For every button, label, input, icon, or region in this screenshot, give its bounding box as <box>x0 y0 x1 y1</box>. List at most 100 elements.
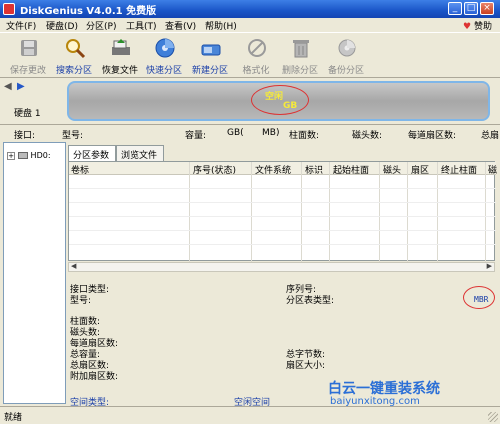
col-index-status[interactable]: 序号(状态) <box>193 163 236 176</box>
delete-partition-button[interactable]: 删除分区 <box>278 35 322 77</box>
prev-disk-button[interactable]: ◀ <box>4 81 12 92</box>
watermark-text: 白云一键重装系统 <box>328 381 440 397</box>
tab-browse-files[interactable]: 浏览文件 <box>116 145 164 161</box>
disk-map[interactable]: 空闲 GB <box>67 81 490 121</box>
status-text: 就绪 <box>4 413 23 423</box>
recover-icon <box>112 39 130 55</box>
partition-table-type-value: MBR <box>474 295 489 304</box>
backup-icon <box>338 39 356 57</box>
window-title: DiskGenius V4.0.1 免费版 <box>20 6 157 17</box>
quick-partition-label: 快速分区 <box>145 66 182 76</box>
table-row <box>69 202 496 203</box>
trash-icon <box>293 40 309 58</box>
scroll-right-icon[interactable]: ▶ <box>487 262 492 270</box>
save-changes-button[interactable]: 保存更改 <box>6 35 50 77</box>
disk-icon <box>155 38 175 58</box>
search-partition-label: 搜索分区 <box>55 66 92 76</box>
column-divider <box>485 162 486 262</box>
sectors-per-track-label: 每道扇区数: <box>408 131 457 141</box>
disk-tree[interactable]: + HD0: <box>3 142 66 404</box>
scroll-left-icon[interactable]: ◀ <box>71 262 76 270</box>
capacity-label: 容量: <box>185 131 207 141</box>
capacity-unit: GB( <box>227 128 244 138</box>
column-divider <box>437 162 438 262</box>
table-row <box>69 230 496 231</box>
column-divider <box>301 162 302 262</box>
interface-label: 接口: <box>14 131 36 141</box>
watermark: 白云一键重装系统 baiyunxitong.com <box>328 378 500 408</box>
column-divider <box>251 162 252 262</box>
menu-bar: 文件(F) 硬盘(D) 分区(P) 工具(T) 查看(V) 帮助(H) ♥ 赞助 <box>0 18 500 32</box>
next-disk-button[interactable]: ▶ <box>17 81 25 92</box>
menu-disk[interactable]: 硬盘(D) <box>46 19 78 32</box>
recover-files-button[interactable]: 恢复文件 <box>98 35 142 77</box>
new-partition-button[interactable]: 新建分区 <box>188 35 232 77</box>
disk-info-line: 接口: 型号: 容量: GB( MB) 柱面数: 磁头数: 每道扇区数: 总扇 <box>0 124 500 141</box>
disk-icon <box>18 152 28 159</box>
save-changes-label: 保存更改 <box>9 66 46 76</box>
partition-table-type-label: 分区表类型: <box>286 296 335 306</box>
table-row <box>69 188 496 189</box>
column-divider <box>329 162 330 262</box>
partition-table[interactable]: 卷标 序号(状态) 文件系统 标识 起始柱面 磁头 扇区 终止柱面 磁 <box>68 161 497 262</box>
minimize-button[interactable]: _ <box>448 2 462 15</box>
sector-size-label: 扇区大小: <box>286 361 326 371</box>
tab-partition-params[interactable]: 分区参数 <box>68 145 116 162</box>
status-bar: 就绪 <box>0 406 500 424</box>
col-sector[interactable]: 扇区 <box>411 163 429 176</box>
delete-partition-label: 删除分区 <box>281 66 318 76</box>
sponsor-link[interactable]: ♥ 赞助 <box>463 19 492 32</box>
cylinders-label: 柱面数: <box>289 131 320 141</box>
backup-partition-button[interactable]: 备份分区 <box>324 35 368 77</box>
title-bar: DiskGenius V4.0.1 免费版 _ □ × <box>0 0 500 18</box>
col-id[interactable]: 标识 <box>305 163 323 176</box>
horizontal-scrollbar[interactable]: ◀ ▶ <box>68 262 495 272</box>
free-space-size: GB <box>283 101 298 111</box>
backup-partition-label: 备份分区 <box>327 66 364 76</box>
format-button[interactable]: 格式化 <box>234 35 278 77</box>
menu-view[interactable]: 查看(V) <box>165 19 196 32</box>
col-filesystem[interactable]: 文件系统 <box>255 163 291 176</box>
table-row <box>69 244 496 245</box>
close-button[interactable]: × <box>480 2 494 15</box>
tree-node-hd0[interactable]: + HD0: <box>7 151 51 160</box>
col-volume-label[interactable]: 卷标 <box>71 163 89 176</box>
resize-grip-icon[interactable] <box>488 412 498 422</box>
model-label: 型号: <box>62 131 84 141</box>
model-detail-label: 型号: <box>70 296 92 306</box>
search-partition-button[interactable]: 搜索分区 <box>52 35 96 77</box>
free-space-label: 空闲 <box>265 92 284 102</box>
new-partition-icon <box>201 44 221 56</box>
format-icon <box>248 39 266 57</box>
column-divider <box>407 162 408 262</box>
toolbar: 保存更改 搜索分区 恢复文件 快速分区 新建分区 格式化 删除分区 备份分区 <box>0 32 500 78</box>
save-icon <box>21 40 37 56</box>
col-start-cylinder[interactable]: 起始柱面 <box>333 163 369 176</box>
menu-help[interactable]: 帮助(H) <box>205 19 237 32</box>
sponsor-label: 赞助 <box>473 22 492 32</box>
table-header: 卷标 序号(状态) 文件系统 标识 起始柱面 磁头 扇区 终止柱面 磁 <box>69 162 497 176</box>
menu-file[interactable]: 文件(F) <box>6 19 36 32</box>
menu-tools[interactable]: 工具(T) <box>126 19 157 32</box>
expand-icon[interactable]: + <box>7 152 15 160</box>
maximize-button[interactable]: □ <box>464 2 478 15</box>
disk-label: 硬盘 1 <box>14 109 41 119</box>
column-divider <box>189 162 190 262</box>
app-icon <box>3 3 15 15</box>
extra-sectors-label: 附加扇区数: <box>70 372 119 382</box>
col-head[interactable]: 磁头 <box>383 163 401 176</box>
menu-partition[interactable]: 分区(P) <box>86 19 116 32</box>
col-end-cylinder[interactable]: 终止柱面 <box>441 163 477 176</box>
heart-icon: ♥ <box>463 22 472 32</box>
total-sectors-label: 总扇 <box>481 131 500 141</box>
column-divider <box>379 162 380 262</box>
disk-bar: ◀ ▶ 硬盘 1 空闲 GB <box>0 78 500 124</box>
quick-partition-button[interactable]: 快速分区 <box>142 35 186 77</box>
search-icon <box>66 39 86 59</box>
heads-label: 磁头数: <box>352 131 383 141</box>
capacity-mb: MB) <box>262 128 280 138</box>
col-more[interactable]: 磁 <box>488 163 497 176</box>
table-row <box>69 216 496 217</box>
tree-node-label: HD0: <box>30 151 51 160</box>
new-partition-label: 新建分区 <box>191 66 228 76</box>
